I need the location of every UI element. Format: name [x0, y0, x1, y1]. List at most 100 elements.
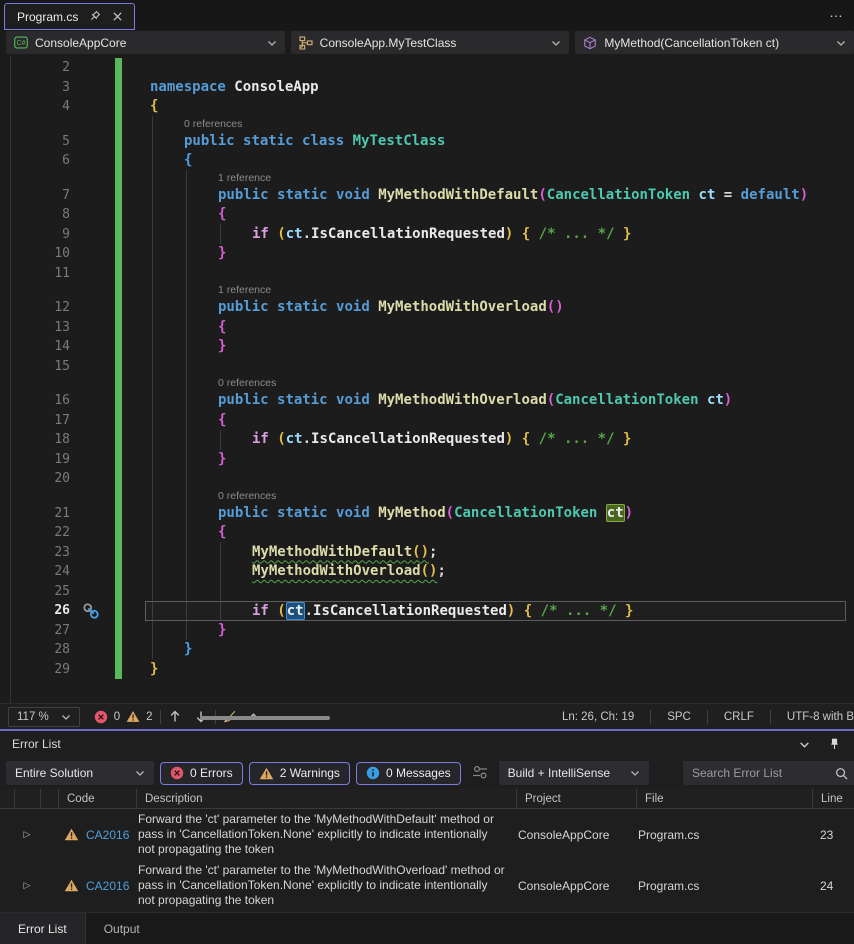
horizontal-scrollbar-thumb[interactable] — [200, 716, 330, 720]
row-expander[interactable]: ▷ — [14, 880, 40, 891]
column-header-description[interactable]: Description — [136, 789, 516, 808]
code-text[interactable]: namespace ConsoleApp — [145, 78, 846, 98]
line-number[interactable]: 16 — [0, 391, 70, 411]
zoom-dropdown[interactable]: 117 % — [8, 707, 80, 727]
line-number[interactable]: 29 — [0, 660, 70, 680]
link-glyph-icon[interactable] — [70, 601, 145, 621]
code-line-4[interactable]: 4{ — [0, 97, 854, 117]
spaces-indicator[interactable]: SPC — [658, 711, 700, 723]
line-number[interactable]: 27 — [0, 621, 70, 641]
code-text[interactable]: } — [145, 640, 846, 660]
member-dropdown[interactable]: MyMethod(CancellationToken ct) — [575, 31, 854, 54]
line-number[interactable]: 15 — [0, 357, 70, 377]
code-text[interactable]: public static void MyMethodWithOverload(… — [145, 391, 846, 411]
code-text[interactable]: } — [145, 450, 846, 470]
codelens-references[interactable]: 1 reference — [0, 171, 854, 186]
line-number[interactable]: 25 — [0, 582, 70, 602]
code-line-7[interactable]: 7public static void MyMethodWithDefault(… — [0, 186, 854, 206]
code-text[interactable]: if (ct.IsCancellationRequested) { /* ...… — [145, 430, 846, 450]
source-dropdown[interactable]: Build + IntelliSense — [499, 761, 649, 785]
line-number[interactable]: 23 — [0, 543, 70, 563]
diagnostic-code-link[interactable]: CA2016 — [84, 879, 136, 893]
diagnostic-code-link[interactable]: CA2016 — [84, 828, 136, 842]
code-text[interactable] — [145, 264, 846, 284]
prev-issue-arrow-icon[interactable] — [168, 710, 182, 724]
line-number[interactable]: 6 — [0, 151, 70, 171]
column-header-project[interactable]: Project — [516, 789, 636, 808]
code-line-3[interactable]: 3namespace ConsoleApp — [0, 78, 854, 98]
code-text[interactable]: } — [145, 337, 846, 357]
column-header-code[interactable]: Code — [58, 789, 136, 808]
code-text[interactable]: if (ct.IsCancellationRequested) { /* ...… — [145, 601, 846, 621]
messages-filter-button[interactable]: 0 Messages — [356, 762, 461, 785]
code-line-24[interactable]: 24 MyMethodWithOverload(); — [0, 562, 854, 582]
code-line-26[interactable]: 26 if (ct.IsCancellationRequested) { /* … — [0, 601, 854, 621]
code-text[interactable] — [145, 582, 846, 602]
line-number[interactable]: 13 — [0, 318, 70, 338]
code-line-19[interactable]: 19} — [0, 450, 854, 470]
line-number[interactable]: 24 — [0, 562, 70, 582]
error-list-row[interactable]: ▷ CA2016Forward the 'ct' parameter to th… — [0, 809, 854, 860]
errors-filter-button[interactable]: 0 Errors — [160, 762, 243, 785]
code-text[interactable]: { — [145, 411, 846, 431]
code-text[interactable]: { — [145, 97, 846, 117]
code-line-9[interactable]: 9if (ct.IsCancellationRequested) { /* ..… — [0, 225, 854, 245]
line-number[interactable]: 20 — [0, 469, 70, 489]
line-number[interactable]: 7 — [0, 186, 70, 206]
line-number[interactable]: 11 — [0, 264, 70, 284]
warnings-filter-button[interactable]: 2 Warnings — [249, 762, 350, 785]
code-line-10[interactable]: 10} — [0, 244, 854, 264]
line-number[interactable]: 10 — [0, 244, 70, 264]
line-number[interactable]: 2 — [0, 58, 70, 78]
scope-dropdown[interactable]: Entire Solution — [6, 761, 154, 785]
code-text[interactable]: public static class MyTestClass — [145, 132, 846, 152]
code-line-25[interactable]: 25 — [0, 582, 854, 602]
code-line-15[interactable]: 15 — [0, 357, 854, 377]
code-line-29[interactable]: 29} — [0, 660, 854, 680]
panel-tab-output[interactable]: Output — [86, 913, 158, 944]
search-icon[interactable] — [834, 766, 848, 780]
line-number[interactable]: 19 — [0, 450, 70, 470]
code-line-5[interactable]: 5 public static class MyTestClass — [0, 132, 854, 152]
codelens-references[interactable]: 0 references — [0, 117, 854, 132]
code-text[interactable]: } — [145, 621, 846, 641]
code-line-23[interactable]: 23 MyMethodWithDefault(); — [0, 543, 854, 563]
code-line-8[interactable]: 8{ — [0, 205, 854, 225]
code-line-18[interactable]: 18 if (ct.IsCancellationRequested) { /* .… — [0, 430, 854, 450]
codelens-references[interactable]: 0 references — [0, 376, 854, 391]
code-text[interactable] — [145, 58, 846, 78]
code-line-2[interactable]: 2 — [0, 58, 854, 78]
close-icon[interactable] — [110, 10, 124, 24]
line-number[interactable]: 21 — [0, 504, 70, 524]
project-dropdown[interactable]: C# ConsoleAppCore — [6, 31, 285, 54]
code-text[interactable]: { — [145, 205, 846, 225]
line-number[interactable]: 26 — [0, 601, 70, 621]
line-number[interactable]: 8 — [0, 205, 70, 225]
code-text[interactable]: { — [145, 151, 846, 171]
code-text[interactable]: MyMethodWithOverload(); — [145, 562, 846, 582]
code-text[interactable]: } — [145, 660, 846, 680]
code-line-20[interactable]: 20 — [0, 469, 854, 489]
tab-overflow-button[interactable]: … — [829, 4, 844, 20]
encoding-indicator[interactable]: UTF-8 with B — [778, 711, 854, 723]
tab-program-cs[interactable]: Program.cs — [4, 3, 135, 30]
column-header-file[interactable]: File — [636, 789, 812, 808]
line-number[interactable]: 12 — [0, 298, 70, 318]
code-text[interactable]: { — [145, 318, 846, 338]
line-number[interactable]: 9 — [0, 225, 70, 245]
column-header-line[interactable]: Line — [812, 789, 854, 808]
line-number[interactable]: 18 — [0, 430, 70, 450]
code-text[interactable]: { — [145, 523, 846, 543]
code-line-13[interactable]: 13 { — [0, 318, 854, 338]
caret-position[interactable]: Ln: 26, Ch: 19 — [553, 711, 643, 723]
line-number[interactable]: 28 — [0, 640, 70, 660]
code-text[interactable]: MyMethodWithDefault(); — [145, 543, 846, 563]
code-text[interactable] — [145, 357, 846, 377]
filter-settings-icon[interactable] — [471, 765, 489, 781]
line-number[interactable]: 5 — [0, 132, 70, 152]
code-line-28[interactable]: 28} — [0, 640, 854, 660]
code-editor[interactable]: 23namespace ConsoleApp4{0 references5pub… — [0, 56, 854, 703]
code-line-21[interactable]: 21public static void MyMethod(Cancellati… — [0, 504, 854, 524]
error-count-icon[interactable] — [94, 710, 108, 724]
type-dropdown[interactable]: ConsoleApp.MyTestClass — [291, 31, 570, 54]
